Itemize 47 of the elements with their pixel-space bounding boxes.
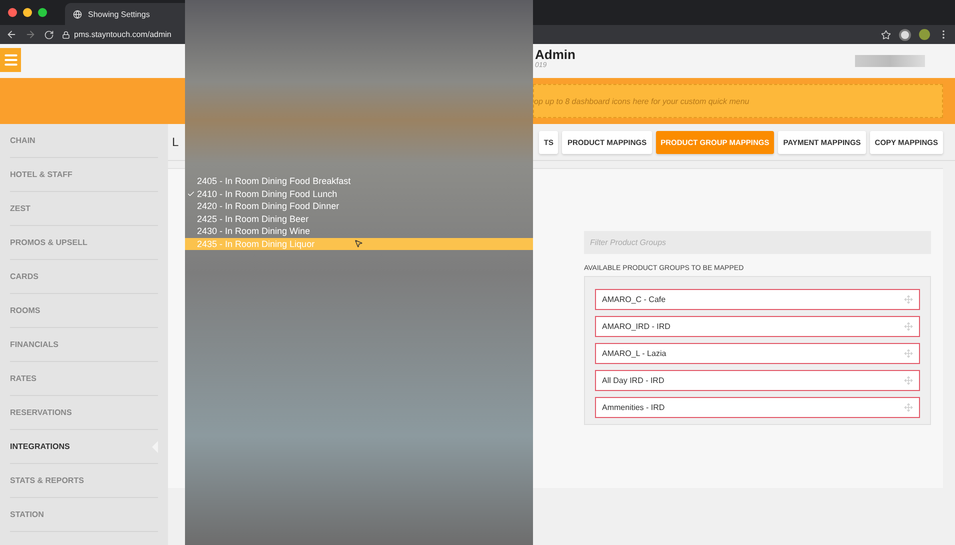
sidebar-item[interactable]: ROOMS — [10, 294, 158, 328]
sidebar-item[interactable]: STATION — [10, 498, 158, 532]
cursor-icon — [354, 239, 363, 248]
product-group-item[interactable]: AMARO_IRD - IRD — [595, 316, 920, 337]
sidebar-item[interactable]: CHAIN — [10, 124, 158, 158]
lock-icon — [62, 30, 70, 38]
check-icon — [187, 190, 195, 198]
sidebar-item[interactable]: INTEGRATIONS — [10, 430, 158, 464]
sidebar-item[interactable]: PROMOS & UPSELL — [10, 226, 158, 260]
dropdown-option[interactable]: 2430 - In Room Dining Wine — [185, 225, 533, 238]
sidebar-item[interactable]: RESERVATIONS — [10, 396, 158, 430]
dropdown-option[interactable]: 2405 - In Room Dining Food Breakfast — [185, 175, 533, 188]
product-group-item[interactable]: AMARO_C - Cafe — [595, 289, 920, 310]
dropdown-option[interactable]: 2410 - In Room Dining Food Lunch — [185, 188, 533, 200]
drag-handle-icon[interactable] — [904, 403, 913, 412]
redacted-block — [855, 55, 925, 67]
globe-icon — [73, 10, 82, 18]
sidebar-item[interactable]: HOTEL & STAFF — [10, 158, 158, 192]
drag-handle-icon[interactable] — [904, 295, 913, 304]
section-heading: L — [172, 135, 179, 149]
dropdown-option[interactable]: 2420 - In Room Dining Food Dinner — [185, 200, 533, 212]
close-window-dot[interactable] — [8, 8, 17, 17]
sidebar-item[interactable]: RATES — [10, 362, 158, 396]
product-group-item[interactable]: Ammenities - IRD — [595, 397, 920, 418]
product-group-item[interactable]: AMARO_L - Lazia — [595, 343, 920, 364]
maximize-window-dot[interactable] — [38, 8, 47, 17]
back-icon[interactable] — [6, 29, 17, 40]
forward-icon[interactable] — [25, 29, 36, 40]
filter-field[interactable]: Filter Product Groups — [584, 231, 931, 254]
page-title: Admin — [535, 47, 576, 62]
sidebar-item[interactable]: ZEST — [10, 192, 158, 226]
product-group-item[interactable]: All Day IRD - IRD — [595, 370, 920, 391]
drag-handle-icon[interactable] — [904, 376, 913, 385]
drop-zone-hint: op up to 8 dashboard icons here for your custom quick menu — [534, 96, 750, 106]
url-text[interactable]: pms.stayntouch.com/admin — [74, 30, 172, 39]
dropdown-option[interactable]: 2425 - In Room Dining Beer — [185, 212, 533, 225]
drag-handle-icon[interactable] — [904, 349, 913, 358]
extension-icon[interactable] — [899, 28, 911, 40]
reload-icon[interactable] — [44, 30, 54, 40]
drag-handle-icon[interactable] — [904, 322, 913, 331]
star-icon[interactable] — [881, 30, 891, 40]
sidebar-item[interactable]: STATS & REPORTS — [10, 464, 158, 498]
sidebar-item[interactable]: FINANCIALS — [10, 328, 158, 362]
minimize-window-dot[interactable] — [23, 8, 32, 17]
sidebar-item[interactable]: CARDS — [10, 260, 158, 294]
menu-icon — [2, 52, 18, 68]
avatar[interactable] — [919, 29, 930, 40]
